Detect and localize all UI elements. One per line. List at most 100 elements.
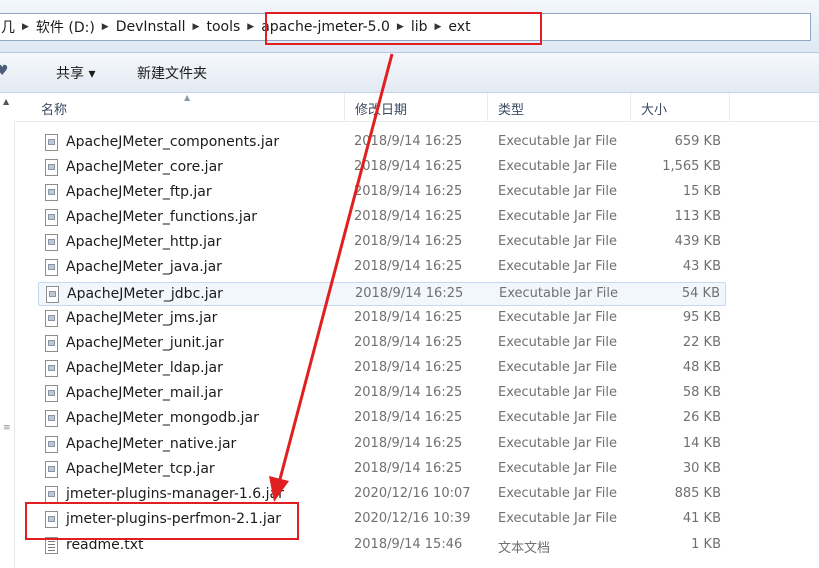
- file-name: ApacheJMeter_ldap.jar: [66, 360, 223, 376]
- jar-file-icon: [45, 410, 58, 427]
- file-name: ApacheJMeter_core.jar: [66, 159, 223, 175]
- file-size: 113 KB: [674, 209, 721, 224]
- file-size: 48 KB: [682, 360, 721, 375]
- file-date: 2020/12/16 10:39: [354, 511, 471, 526]
- file-type: Executable Jar File: [498, 259, 617, 274]
- file-type: Executable Jar File: [499, 286, 618, 301]
- toolbar: ♥ 共享 ▾ 新建文件夹: [0, 53, 819, 93]
- breadcrumb-separator-icon[interactable]: ▶: [190, 22, 203, 32]
- jar-file-icon: [45, 385, 58, 402]
- list-item[interactable]: ApacheJMeter_http.jar 2018/9/14 16:25 Ex…: [38, 231, 726, 255]
- column-type[interactable]: 类型: [498, 99, 524, 118]
- file-size: 1,565 KB: [662, 159, 721, 174]
- file-type: Executable Jar File: [498, 410, 617, 425]
- file-type: Executable Jar File: [498, 511, 617, 526]
- list-item[interactable]: ApacheJMeter_core.jar 2018/9/14 16:25 Ex…: [38, 156, 726, 180]
- file-name: ApacheJMeter_java.jar: [66, 259, 222, 275]
- jar-file-icon: [45, 310, 58, 327]
- file-size: 885 KB: [674, 486, 721, 501]
- share-button[interactable]: 共享 ▾: [56, 63, 95, 83]
- breadcrumb-partial[interactable]: 几: [0, 17, 19, 37]
- file-date: 2018/9/14 16:25: [354, 385, 463, 400]
- file-name: ApacheJMeter_junit.jar: [66, 335, 224, 351]
- file-date: 2018/9/14 16:25: [354, 360, 463, 375]
- file-type: Executable Jar File: [498, 159, 617, 174]
- jar-file-icon: [45, 184, 58, 201]
- file-date: 2018/9/14 16:25: [354, 335, 463, 350]
- file-size: 14 KB: [682, 436, 721, 451]
- file-type: Executable Jar File: [498, 184, 617, 199]
- list-item[interactable]: ApacheJMeter_jms.jar 2018/9/14 16:25 Exe…: [38, 307, 726, 331]
- file-name: ApacheJMeter_mongodb.jar: [66, 410, 259, 426]
- column-header: 名称 ▲ 修改日期 类型 大小: [14, 93, 819, 122]
- file-type: Executable Jar File: [498, 436, 617, 451]
- column-size[interactable]: 大小: [641, 99, 667, 118]
- list-item[interactable]: ApacheJMeter_junit.jar 2018/9/14 16:25 E…: [38, 332, 726, 356]
- list-item[interactable]: ApacheJMeter_functions.jar 2018/9/14 16:…: [38, 206, 726, 230]
- list-item[interactable]: ApacheJMeter_components.jar 2018/9/14 16…: [38, 131, 726, 155]
- breadcrumb-separator-icon[interactable]: ▶: [244, 22, 257, 32]
- file-type: Executable Jar File: [498, 385, 617, 400]
- file-type: Executable Jar File: [498, 461, 617, 476]
- file-size: 30 KB: [682, 461, 721, 476]
- file-type: Executable Jar File: [498, 234, 617, 249]
- file-size: 439 KB: [674, 234, 721, 249]
- list-item-hovered[interactable]: ApacheJMeter_jdbc.jar 2018/9/14 16:25 Ex…: [38, 282, 726, 306]
- file-date: 2018/9/14 16:25: [354, 410, 463, 425]
- file-size: 58 KB: [682, 385, 721, 400]
- file-size: 22 KB: [682, 335, 721, 350]
- breadcrumb-drive[interactable]: 软件 (D:): [32, 17, 99, 37]
- column-date[interactable]: 修改日期: [355, 99, 407, 118]
- file-date: 2018/9/14 16:25: [354, 184, 463, 199]
- file-size: 26 KB: [682, 410, 721, 425]
- file-name: ApacheJMeter_mail.jar: [66, 385, 223, 401]
- file-name: ApacheJMeter_jdbc.jar: [67, 286, 223, 302]
- column-divider[interactable]: [344, 93, 345, 121]
- annotation-box-path: [265, 12, 542, 45]
- column-divider[interactable]: [630, 93, 631, 121]
- new-folder-button[interactable]: 新建文件夹: [137, 63, 207, 83]
- breadcrumb-tools[interactable]: tools: [202, 19, 244, 35]
- file-name: ApacheJMeter_tcp.jar: [66, 461, 215, 477]
- scroll-up-icon[interactable]: ▲: [3, 97, 9, 106]
- list-item[interactable]: ApacheJMeter_mongodb.jar 2018/9/14 16:25…: [38, 407, 726, 431]
- jar-file-icon: [45, 159, 58, 176]
- jar-file-icon: [45, 461, 58, 478]
- file-name: ApacheJMeter_http.jar: [66, 234, 222, 250]
- file-size: 659 KB: [674, 134, 721, 149]
- list-item[interactable]: ApacheJMeter_ftp.jar 2018/9/14 16:25 Exe…: [38, 181, 726, 205]
- file-name: ApacheJMeter_functions.jar: [66, 209, 258, 225]
- file-date: 2018/9/14 16:25: [354, 461, 463, 476]
- breadcrumb-separator-icon[interactable]: ▶: [19, 22, 32, 32]
- list-item[interactable]: ApacheJMeter_native.jar 2018/9/14 16:25 …: [38, 433, 726, 457]
- file-date: 2018/9/14 16:25: [354, 159, 463, 174]
- breadcrumb-separator-icon[interactable]: ▶: [99, 22, 112, 32]
- breadcrumb-devinstall[interactable]: DevInstall: [112, 19, 190, 35]
- toolbar-partial-button[interactable]: ♥: [0, 63, 9, 79]
- splitter-grip-icon[interactable]: ≡: [3, 423, 11, 433]
- file-type: Executable Jar File: [498, 360, 617, 375]
- file-date: 2018/9/14 16:25: [354, 259, 463, 274]
- list-item[interactable]: ApacheJMeter_ldap.jar 2018/9/14 16:25 Ex…: [38, 357, 726, 381]
- navigation-pane-edge[interactable]: ▲ ≡: [0, 93, 15, 568]
- jar-file-icon: [45, 209, 58, 226]
- file-date: 2018/9/14 16:25: [354, 134, 463, 149]
- file-name: jmeter-plugins-manager-1.6.jar: [66, 486, 284, 502]
- list-item[interactable]: ApacheJMeter_java.jar 2018/9/14 16:25 Ex…: [38, 256, 726, 280]
- column-divider[interactable]: [487, 93, 488, 121]
- file-date: 2018/9/14 15:46: [354, 537, 463, 552]
- file-name: ApacheJMeter_ftp.jar: [66, 184, 212, 200]
- file-date: 2018/9/14 16:25: [354, 234, 463, 249]
- file-size: 15 KB: [682, 184, 721, 199]
- file-name: ApacheJMeter_jms.jar: [66, 310, 218, 326]
- file-size: 43 KB: [682, 259, 721, 274]
- file-type: Executable Jar File: [498, 134, 617, 149]
- file-name: ApacheJMeter_components.jar: [66, 134, 280, 150]
- sort-ascending-icon: ▲: [184, 93, 191, 102]
- column-name[interactable]: 名称: [41, 99, 67, 118]
- file-name: ApacheJMeter_native.jar: [66, 436, 237, 452]
- file-type: Executable Jar File: [498, 486, 617, 501]
- list-item[interactable]: ApacheJMeter_tcp.jar 2018/9/14 16:25 Exe…: [38, 458, 726, 482]
- column-divider[interactable]: [729, 93, 730, 121]
- list-item[interactable]: ApacheJMeter_mail.jar 2018/9/14 16:25 Ex…: [38, 382, 726, 406]
